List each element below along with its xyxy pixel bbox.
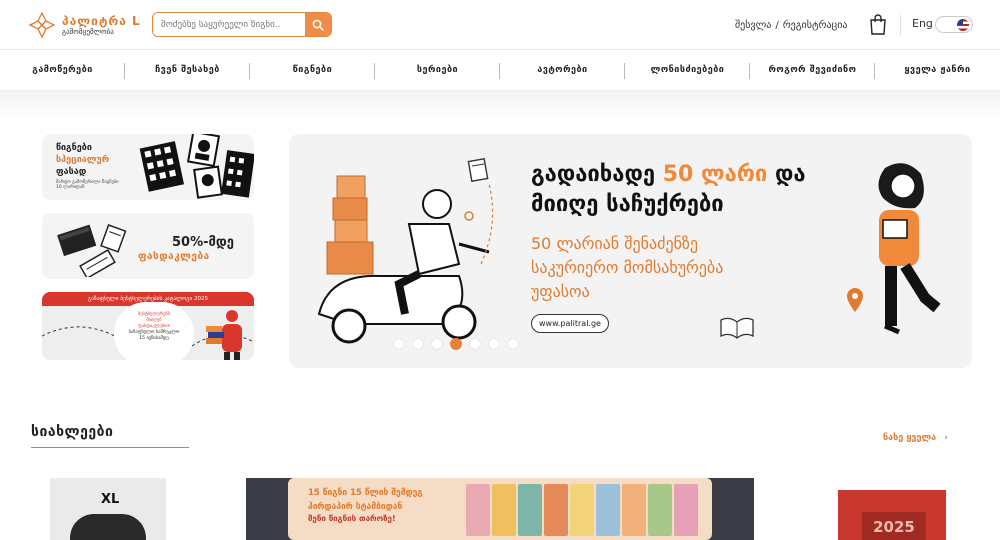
hero-headline-line2: მიიღე საჩუქრები — [531, 192, 724, 217]
logo-icon — [28, 11, 56, 39]
courier-scooter-illustration — [317, 175, 494, 344]
promo-special-line2: სპეციალურ — [56, 155, 110, 165]
see-all-label: ნახე ყველა — [883, 433, 937, 443]
nav-item-events[interactable]: ლონისძიებები — [625, 50, 750, 90]
bestsellers-text-5: 15 ივნისამდე — [139, 336, 169, 341]
subscription-banner-text: 15 წიგნი 15 წლის შემდეგ პირდაპირ სტამბიდ… — [308, 486, 423, 514]
slider-dot[interactable] — [431, 338, 443, 350]
promo-special-title: წიგნები სპეციალურ ფასად — [56, 142, 109, 178]
slider-dot[interactable] — [507, 338, 519, 350]
search-button[interactable] — [305, 13, 331, 36]
shopping-bag-icon[interactable] — [869, 13, 887, 35]
search-bar — [152, 12, 332, 37]
language-label: Eng — [912, 17, 933, 30]
header: პალიტრა L გამომცემლობა შესვლა / რეგისტრაცი… — [0, 0, 1000, 50]
logo[interactable]: პალიტრა L გამომცემლობა — [28, 10, 148, 40]
books-collage-illustration — [139, 134, 254, 199]
stacked-books-illustration — [57, 224, 127, 277]
book-cover — [648, 484, 672, 536]
hoodie-image — [70, 514, 146, 540]
girl-reading-illustration — [878, 163, 941, 335]
product-card-banner[interactable]: 15 წიგნი 15 წლის შემდეგ პირდაპირ სტამბიდ… — [246, 478, 754, 540]
chevron-right-icon: › — [944, 433, 948, 443]
slider-dot[interactable] — [393, 338, 405, 350]
slider-dot-active[interactable] — [450, 338, 462, 350]
hero-subtitle-2: საკურიერო მომსახურება — [531, 258, 724, 277]
see-all-link[interactable]: ნახე ყველა › — [883, 433, 948, 443]
nav-item-series[interactable]: სერიები — [375, 50, 500, 90]
nav-item-all-genres[interactable]: ყველა ჟანრი — [875, 50, 1000, 90]
nav-item-subscriptions[interactable]: გამოწერები — [0, 50, 125, 90]
bestsellers-text: ბესტსელერებს მიიღებ ფასდაკლებით საზაფხულ… — [122, 312, 186, 342]
promo-special-note: მარტო გამოწერილი წიგნები 10 ლარიდან — [56, 180, 119, 190]
hero-headline-amount: 50 ლარი — [662, 162, 768, 187]
gift-box-icon — [467, 157, 489, 182]
nav-shadow — [0, 91, 1000, 121]
book-cover — [492, 484, 516, 536]
book-cover — [674, 484, 698, 536]
book-cover — [596, 484, 620, 536]
hero-headline: გადაიხადე 50 ლარი და მიიღე საჩუქრები — [531, 160, 806, 220]
slider-dot[interactable] — [469, 338, 481, 350]
logo-subtitle: გამომცემლობა — [62, 27, 114, 36]
hero-subtitle-1: 50 ლარიან შენაძენზე — [531, 234, 699, 253]
hero-subtitle: 50 ლარიან შენაძენზე საკურიერო მომსახურებ… — [531, 232, 723, 304]
hero-headline-part2: და — [767, 162, 806, 187]
subscription-banner: 15 წიგნი 15 წლის შემდეგ პირდაპირ სტამბიდ… — [288, 478, 712, 540]
nav-item-books[interactable]: წიგნები — [250, 50, 375, 90]
book-cover — [570, 484, 594, 536]
nav-item-how-to-buy[interactable]: როგორ შევიძინო — [750, 50, 875, 90]
reader-illustration — [206, 310, 242, 360]
auth-separator: / — [775, 20, 779, 31]
promo-special-price[interactable]: წიგნები სპეციალურ ფასად მარტო გამოწერილი… — [42, 134, 254, 200]
size-label: XL — [101, 492, 120, 507]
auth-links: შესვლა / რეგისტრაცია — [735, 20, 848, 31]
page: პალიტრა L გამომცემლობა შესვლა / რეგისტრაცი… — [0, 0, 1000, 540]
subscription-banner-line3: შენი წიგნის თაროზე! — [308, 514, 396, 523]
hero-headline-part1: გადაიხადე — [531, 162, 663, 187]
main-nav: გამოწერები ჩვენ შესახებ წიგნები სერიები … — [0, 50, 1000, 91]
language-toggle[interactable] — [935, 16, 973, 33]
search-icon — [312, 19, 324, 31]
open-book-icon — [720, 317, 754, 339]
product-card-hoodie[interactable]: XL — [50, 478, 166, 540]
discount-percent: 50%-მდე — [172, 235, 234, 250]
nav-item-authors[interactable]: ავტორები — [500, 50, 625, 90]
product-card-calendar[interactable]: 2025 — [838, 490, 946, 540]
hero-url-button[interactable]: www.palitral.ge — [531, 314, 609, 333]
section-underline — [31, 447, 189, 448]
promo-bestsellers[interactable]: გაზაფხული ბესტსელერების კატალოგი 2025 ბე… — [42, 292, 254, 360]
promo-special-line3: ფასად — [56, 167, 87, 177]
slider-dot[interactable] — [488, 338, 500, 350]
new-arrivals-title: სიახლეები — [31, 424, 114, 440]
book-cover — [622, 484, 646, 536]
book-cover — [518, 484, 542, 536]
logo-name: პალიტრა L — [62, 13, 141, 28]
us-flag-icon — [957, 19, 969, 31]
slider-dot[interactable] — [412, 338, 424, 350]
register-link[interactable]: რეგისტრაცია — [783, 20, 848, 31]
search-input[interactable] — [153, 13, 305, 36]
header-divider — [900, 15, 901, 35]
promo-discount[interactable]: 50%-მდე ფასდაკლება — [42, 213, 254, 279]
hero-subtitle-3: უფასოა — [531, 282, 590, 301]
calendar-year: 2025 — [862, 512, 926, 540]
nav-item-about[interactable]: ჩვენ შესახებ — [125, 50, 250, 90]
promo-special-note-2: 10 ლარიდან — [56, 185, 85, 190]
login-link[interactable]: შესვლა — [735, 20, 771, 31]
book-cover — [544, 484, 568, 536]
promo-special-line1: წიგნები — [56, 143, 92, 153]
subscription-banner-line2: პირდაპირ სტამბიდან — [308, 502, 403, 512]
book-cover — [466, 484, 490, 536]
subscription-banner-line1: 15 წიგნი 15 წლის შემდეგ — [308, 488, 423, 498]
discount-label: ფასდაკლება — [138, 251, 210, 262]
hero-banner[interactable]: გადაიხადე 50 ლარი და მიიღე საჩუქრები 50 … — [289, 134, 972, 368]
slider-dots — [393, 338, 519, 350]
